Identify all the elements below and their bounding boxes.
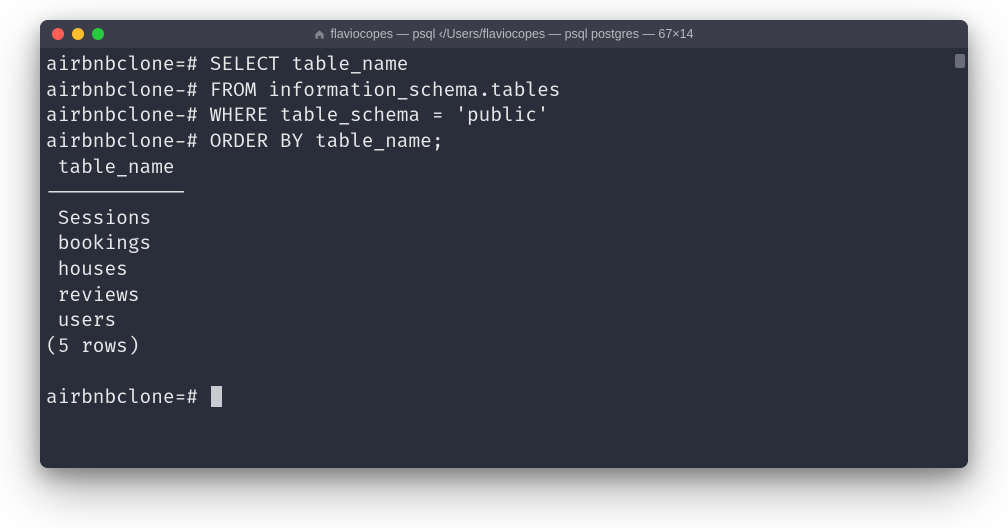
result-summary: (5 rows) (46, 334, 962, 360)
home-icon (314, 29, 325, 40)
minimize-button[interactable] (72, 28, 84, 40)
sql-select: SELECT table_name (210, 52, 409, 76)
result-row: bookings (46, 231, 962, 257)
result-divider: ------------ (46, 180, 962, 206)
close-button[interactable] (52, 28, 64, 40)
sql-where: WHERE table_schema = 'public' (210, 103, 549, 127)
result-row: reviews (46, 283, 962, 309)
blank-line (46, 360, 962, 386)
prompt-main: airbnbclone=# (46, 385, 198, 409)
prompt-line: airbnbclone=# (46, 385, 962, 411)
window-title: flaviocopes — psql ‹/Users/flaviocopes —… (40, 27, 968, 41)
sql-from: FROM information_schema.tables (210, 78, 561, 102)
result-row: Sessions (46, 206, 962, 232)
sql-line: airbnbclone-# ORDER BY table_name; (46, 129, 962, 155)
cursor (211, 386, 222, 407)
sql-line: airbnbclone=# SELECT table_name (46, 52, 962, 78)
result-row: houses (46, 257, 962, 283)
prompt-cont: airbnbclone-# (46, 78, 198, 102)
scrollbar-thumb[interactable] (955, 54, 965, 68)
result-header: table_name (46, 155, 962, 181)
terminal-body[interactable]: airbnbclone=# SELECT table_name airbnbcl… (40, 48, 968, 468)
prompt-cont: airbnbclone-# (46, 129, 198, 153)
window-title-text: flaviocopes — psql ‹/Users/flaviocopes —… (330, 27, 693, 41)
sql-line: airbnbclone-# FROM information_schema.ta… (46, 78, 962, 104)
sql-order: ORDER BY table_name; (210, 129, 444, 153)
prompt-main: airbnbclone=# (46, 52, 198, 76)
maximize-button[interactable] (92, 28, 104, 40)
prompt-cont: airbnbclone-# (46, 103, 198, 127)
titlebar[interactable]: flaviocopes — psql ‹/Users/flaviocopes —… (40, 20, 968, 48)
sql-line: airbnbclone-# WHERE table_schema = 'publ… (46, 103, 962, 129)
result-row: users (46, 308, 962, 334)
traffic-lights (52, 28, 104, 40)
terminal-window: flaviocopes — psql ‹/Users/flaviocopes —… (40, 20, 968, 468)
